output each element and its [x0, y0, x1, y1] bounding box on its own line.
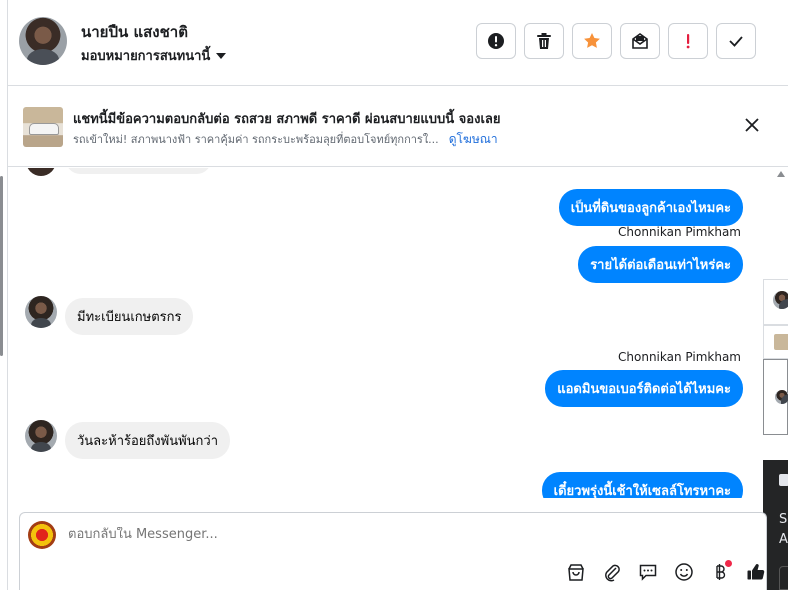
- notification-dot: [725, 560, 732, 567]
- check-icon: [729, 36, 743, 47]
- mark-done-button[interactable]: [716, 23, 756, 59]
- emoji-button[interactable]: [671, 559, 697, 585]
- reply-input[interactable]: [68, 527, 568, 542]
- ad-subtitle: รถเข้าใหม่! สภาพนางฟ้า ราคาคุ้มค่า รถกระ…: [73, 133, 439, 146]
- reply-composer: [19, 512, 767, 590]
- contact-avatar-small[interactable]: [25, 420, 57, 452]
- attach-button[interactable]: [599, 559, 625, 585]
- message-bubble-partial: [66, 168, 211, 174]
- close-icon[interactable]: [744, 117, 760, 133]
- ad-title: แชทนี้มีข้อความตอบกลับต่อ รถสวย สภาพดี ร…: [73, 112, 501, 127]
- inbox-conversation: นายปืน แสงชาติ มอบหมายการสนทนานี้ แชทนี้…: [0, 0, 788, 590]
- caret-down-icon: [216, 53, 227, 59]
- side-item[interactable]: [763, 279, 788, 325]
- page-avatar: [28, 521, 56, 549]
- message-thread[interactable]: เป็นที่ดินของลูกค้าเองไหมคะ Chonnikan Pi…: [8, 168, 774, 498]
- left-scrollbar[interactable]: [0, 176, 3, 356]
- exclamation-icon: [686, 34, 690, 49]
- composer-toolbar: [563, 559, 769, 585]
- paperclip-icon: [605, 564, 620, 582]
- calendar-icon: [779, 474, 788, 486]
- side-item[interactable]: [763, 359, 788, 435]
- conversation-header: นายปืน แสงชาติ มอบหมายการสนทนานี้: [8, 0, 788, 86]
- contact-avatar-small[interactable]: [25, 296, 57, 328]
- avatar: [775, 390, 788, 404]
- ad-reply-banner: แชทนี้มีข้อความตอบกลับต่อ รถสวย สภาพดี ร…: [8, 87, 788, 167]
- saved-reply-icon: [639, 564, 657, 581]
- alert-circle-icon: [488, 33, 504, 49]
- incoming-message[interactable]: วันละห้าร้อยถึงพันพันกว่า: [65, 422, 231, 459]
- popup-text: A: [779, 532, 788, 547]
- spam-button[interactable]: [668, 23, 708, 59]
- payment-button[interactable]: [707, 559, 733, 585]
- ad-thumbnail[interactable]: [23, 107, 63, 147]
- mark-unread-icon: [632, 33, 648, 49]
- alert-button[interactable]: [476, 23, 516, 59]
- outgoing-message[interactable]: เดี๋ยวพรุ่งนี้เช้าให้เซลล์โทรหาคะ: [541, 472, 743, 498]
- avatar: [773, 291, 788, 309]
- contact-name[interactable]: นายปืน แสงชาติ: [81, 20, 188, 44]
- sender-name: Chonnikan Pimkham: [618, 350, 741, 364]
- outgoing-message[interactable]: รายได้ต่อเดือนเท่าไหร่คะ: [578, 246, 743, 283]
- emoji-icon: [675, 563, 693, 581]
- like-button[interactable]: [743, 559, 769, 585]
- assign-conversation-dropdown[interactable]: มอบหมายการสนทนานี้: [81, 45, 227, 66]
- popup-button[interactable]: [779, 566, 788, 590]
- view-ad-link[interactable]: ดูโฆษณา: [449, 130, 498, 149]
- thumbs-up-icon: [747, 564, 765, 580]
- bag-icon: [568, 564, 584, 581]
- ad-subtitle-row: รถเข้าใหม่! สภาพนางฟ้า ราคาคุ้มค่า รถกระ…: [73, 130, 498, 149]
- delete-button[interactable]: [524, 23, 564, 59]
- incoming-message[interactable]: มีทะเบียนเกษตรกร: [65, 298, 194, 335]
- saved-replies-button[interactable]: [635, 559, 661, 585]
- sender-name: Chonnikan Pimkham: [618, 225, 741, 239]
- outgoing-message[interactable]: แอดมินขอเบอร์ติดต่อได้ไหมคะ: [545, 370, 743, 407]
- shop-button[interactable]: [563, 559, 589, 585]
- star-button[interactable]: [572, 23, 612, 59]
- scroll-up-arrow-icon[interactable]: [777, 171, 785, 177]
- trash-icon: [537, 33, 551, 49]
- assign-label: มอบหมายการสนทนานี้: [81, 49, 211, 64]
- avatar: [26, 168, 56, 176]
- outgoing-message[interactable]: เป็นที่ดินของลูกค้าเองไหมคะ: [558, 189, 743, 226]
- contact-avatar[interactable]: [19, 17, 67, 65]
- star-icon: [584, 33, 600, 48]
- ad-thumbnail: [774, 334, 788, 350]
- mark-unread-button[interactable]: [620, 23, 660, 59]
- header-actions: [476, 23, 756, 59]
- popup-text: Se: [779, 512, 788, 527]
- side-item[interactable]: [763, 325, 788, 359]
